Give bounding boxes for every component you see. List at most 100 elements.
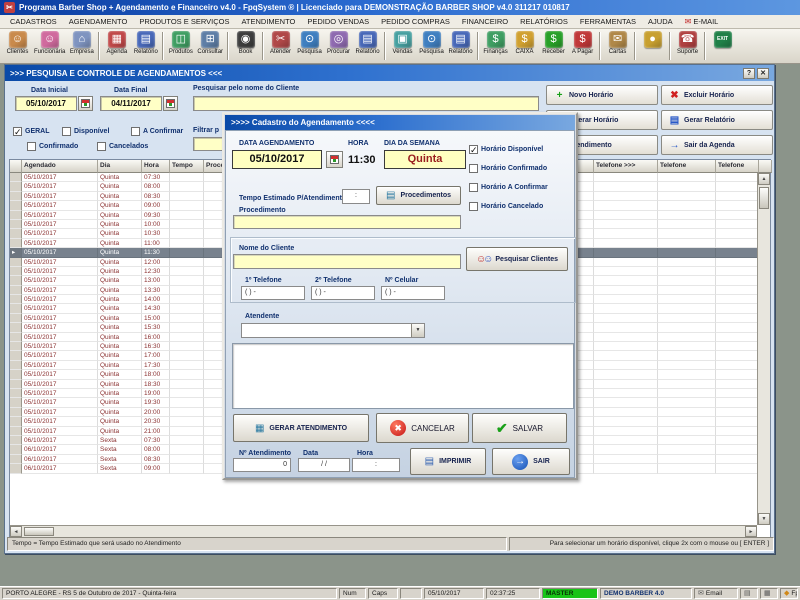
data-inicial-input[interactable]: 05/10/2017 (15, 96, 77, 111)
gerar-atendimento-button[interactable]: ▦ GERAR ATENDIMENTO (233, 414, 369, 442)
menu-item-agendamento[interactable]: AGENDAMENTO (63, 17, 134, 26)
filter-checkbox-confirmado[interactable]: Confirmado (27, 142, 78, 151)
numero-atendimento-input[interactable]: 0 (233, 458, 291, 472)
grid-header-telefone[interactable]: Telefone (658, 160, 716, 173)
grid-header-telefone[interactable]: Telefone (716, 160, 759, 173)
dialog-listbox[interactable] (232, 343, 574, 409)
telefone1-input[interactable]: ( ) - (241, 286, 305, 300)
toolbar-relatorio-atendimento-button[interactable]: ▤ Relatório (353, 31, 382, 62)
data-agendamento-value[interactable]: 05/10/2017 (232, 150, 322, 169)
toolbar-clientes-button[interactable]: ☺ Clientes (3, 31, 32, 62)
toolbar-suporte-button[interactable]: ☎ Suporte (673, 31, 702, 62)
menu-item-pedido-compras[interactable]: PEDIDO COMPRAS (375, 17, 456, 26)
excluir-horario-button[interactable]: ✖ Excluir Horário (661, 85, 773, 105)
menu-item-financeiro[interactable]: FINANCEIRO (456, 17, 514, 26)
toolbar-relatorio-vendas-button[interactable]: ▤ Relatório (446, 31, 475, 62)
novo-horario-button[interactable]: + Novo Horário (546, 85, 658, 105)
procedimentos-button[interactable]: ▤ Procedimentos (376, 186, 461, 205)
atendente-combobox[interactable]: ▼ (241, 323, 425, 338)
telefone2-input[interactable]: ( ) - (311, 286, 375, 300)
grid-header-telefone[interactable]: Telefone >>> (594, 160, 658, 173)
filter-checkbox-geral[interactable]: ✓ GERAL (13, 127, 50, 137)
toolbar-funcionaria-button[interactable]: ☺ Funcionária (32, 31, 67, 62)
nome-cliente-input[interactable] (233, 254, 461, 269)
scroll-down-icon[interactable]: ▼ (758, 513, 770, 525)
toolbar-procurar-button[interactable]: ◎ Procurar (324, 31, 353, 62)
menu-item-e-mail[interactable]: ✉ E-MAIL (679, 17, 725, 26)
menu-item-produtos-e-servicos[interactable]: PRODUTOS E SERVIÇOS (133, 17, 235, 26)
hora-atendimento-input[interactable]: : (352, 458, 400, 472)
sair-da-agenda-button[interactable]: → Sair da Agenda (661, 135, 773, 155)
toolbar-empresa-button[interactable]: ⌂ Empresa (67, 31, 96, 62)
grid-header-marker[interactable] (10, 160, 22, 173)
data-inicial-calendar-button[interactable] (78, 96, 93, 111)
search-input[interactable] (193, 96, 539, 111)
dialog-checkbox-horario-cancelado[interactable]: Horário Cancelado (469, 202, 543, 211)
toolbar-agenda-button[interactable]: ▦ Agenda (102, 31, 131, 62)
pesquisar-clientes-button[interactable]: ☺☺ Pesquisar Clientes (466, 247, 568, 271)
grid-cell: 05/10/2017 (22, 248, 98, 258)
toolbar-atender-button[interactable]: ✂ Atender (266, 31, 295, 62)
menu-item-cadastros[interactable]: CADASTROS (4, 17, 63, 26)
status-icon-cell-2[interactable]: ▦ (760, 588, 778, 599)
grid-header-dia[interactable]: Dia (98, 160, 142, 173)
data-atendimento-input[interactable]: / / (298, 458, 350, 472)
toolbar-pesquisa-vendas-button[interactable]: ⊙ Pesquisa (417, 31, 446, 62)
toolbar-pesquisa-atendimento-button[interactable]: ⊙ Pesquisa (295, 31, 324, 62)
toolbar-cartas-button[interactable]: ✉ Cartas (603, 31, 632, 62)
toolbar-moedas-button[interactable]: ● (638, 31, 667, 62)
grid-vertical-scrollbar[interactable]: ▲ ▼ (757, 173, 770, 525)
dialog-calendar-button[interactable] (326, 151, 343, 168)
horizontal-scroll-thumb[interactable] (24, 527, 54, 536)
procedimento-input[interactable] (233, 215, 461, 229)
dialog-checkbox-horario-disponivel[interactable]: ✓ Horário Disponível (469, 145, 543, 155)
salvar-button[interactable]: ✔ SALVAR (472, 413, 567, 443)
dialog-checkbox-horario-a-confirmar[interactable]: Horário A Confirmar (469, 183, 548, 192)
dialog-checkbox-horario-confirmado[interactable]: Horário Confirmado (469, 164, 547, 173)
cancelar-button[interactable]: ✖ CANCELAR (376, 413, 469, 443)
filter-checkbox-disponivel[interactable]: Disponível (62, 127, 109, 136)
celular-input[interactable]: ( ) - (381, 286, 445, 300)
status-icon-cell-1[interactable]: ▤ (740, 588, 758, 599)
grid-header-hora[interactable]: Hora (142, 160, 170, 173)
vertical-scroll-thumb[interactable] (759, 187, 769, 209)
chevron-down-icon[interactable]: ▼ (411, 324, 424, 337)
menu-item-ferramentas[interactable]: FERRAMENTAS (574, 17, 642, 26)
data-final-input[interactable]: 04/11/2017 (100, 96, 162, 111)
toolbar-vendas-button[interactable]: ▣ Vendas (388, 31, 417, 62)
gerar-relatorio-button[interactable]: ▤ Gerar Relatório (661, 110, 773, 130)
menu-item-atendimento[interactable]: ATENDIMENTO (235, 17, 301, 26)
toolbar-financas-button[interactable]: $ Finanças (481, 31, 510, 62)
menu-item-ajuda[interactable]: AJUDA (642, 17, 679, 26)
toolbar-consultar-button[interactable]: ⊞ Consultar (195, 31, 225, 62)
toolbar-produtos-button[interactable]: ◫ Produtos (166, 31, 195, 62)
sair-button[interactable]: → SAIR (492, 448, 570, 475)
filter-checkbox-a-confirmar[interactable]: A Confirmar (131, 127, 183, 136)
dialog-title-bar[interactable]: >>>> Cadastro do Agendamento <<<< (225, 115, 575, 130)
imprimir-button[interactable]: ▤ IMPRIMIR (410, 448, 486, 475)
toolbar-receber-button[interactable]: $ Receber (539, 31, 568, 62)
toolbar-book-button[interactable]: ◉ Book (231, 31, 260, 62)
scroll-right-icon[interactable]: ► (745, 526, 757, 537)
grid-cell (716, 370, 757, 380)
toolbar-relatorio-agenda-button[interactable]: ▤ Relatório (131, 31, 160, 62)
data-inicial-label: Data Inicial (31, 87, 68, 94)
grid-header-tempo[interactable]: Tempo (170, 160, 204, 173)
window-close-button[interactable]: ✕ (757, 67, 769, 79)
tempo-estimado-input[interactable]: : (342, 189, 370, 204)
filter-checkbox-cancelados[interactable]: Cancelados (97, 142, 148, 151)
menu-item-relatorios[interactable]: RELATÓRIOS (514, 17, 574, 26)
agenda-window-title-bar[interactable]: >>> PESQUISA E CONTROLE DE AGENDAMENTOS … (5, 65, 774, 81)
scroll-left-icon[interactable]: ◄ (10, 526, 22, 537)
grid-header-agendado[interactable]: Agendado (22, 160, 98, 173)
data-final-calendar-button[interactable] (163, 96, 178, 111)
menu-item-pedido-vendas[interactable]: PEDIDO VENDAS (301, 17, 375, 26)
toolbar-caixa-button[interactable]: $ CAIXA (510, 31, 539, 62)
window-help-button[interactable]: ? (743, 67, 755, 79)
grid-horizontal-scrollbar[interactable]: ◄ ► (10, 525, 757, 537)
grid-cell: 16:30 (142, 342, 170, 352)
toolbar-a-pagar-button[interactable]: $ A Pagar (568, 31, 597, 62)
scroll-up-icon[interactable]: ▲ (758, 173, 770, 185)
status-email[interactable]: ✉ Email (694, 588, 738, 599)
toolbar-exit-button[interactable]: EXIT (708, 31, 737, 62)
